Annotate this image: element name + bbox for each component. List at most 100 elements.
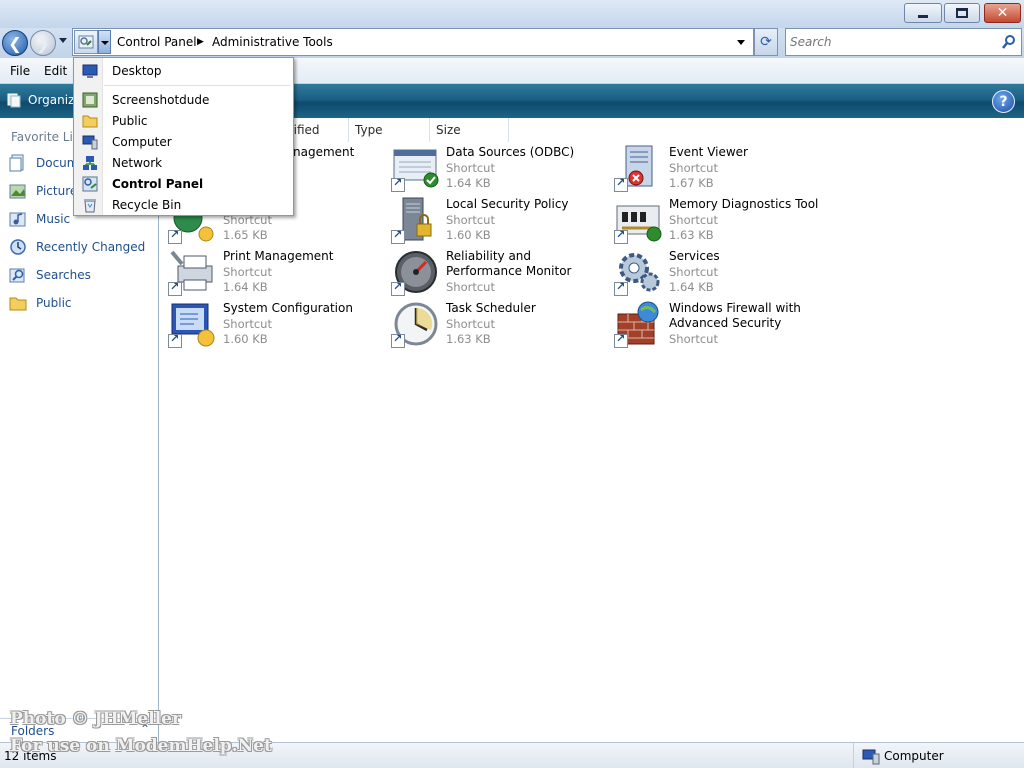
list-item[interactable]: Task Scheduler Shortcut 1.63 KB xyxy=(387,298,607,350)
forward-button[interactable]: ❯ xyxy=(30,30,56,56)
breadcrumb-administrative-tools[interactable]: Administrative Tools xyxy=(212,35,333,49)
dropdown-item-label: Control Panel xyxy=(112,177,204,191)
address-location-dropdown-menu: Desktop Screenshotdude Public Computer N… xyxy=(73,57,294,216)
search-input[interactable] xyxy=(790,33,996,51)
item-size: 1.67 KB xyxy=(669,176,714,190)
pictures-icon xyxy=(9,184,26,199)
organize-icon xyxy=(7,93,21,108)
list-item[interactable]: Reliability and Performance Monitor Shor… xyxy=(387,246,607,298)
control-panel-icon xyxy=(82,176,98,192)
shortcut-overlay-icon xyxy=(168,332,182,348)
item-size: 1.64 KB xyxy=(669,280,714,294)
music-icon xyxy=(9,212,26,227)
dropdown-item-recycle-bin[interactable]: Recycle Bin xyxy=(74,194,293,215)
nav-link-label: Picture xyxy=(36,184,78,198)
shortcut-overlay-icon xyxy=(614,176,628,192)
address-history-dropdown[interactable] xyxy=(737,40,745,45)
search-icon[interactable] xyxy=(1001,34,1017,50)
item-title: Data Sources (ODBC) xyxy=(446,145,575,159)
list-item[interactable]: Data Sources (ODBC) Shortcut 1.64 KB xyxy=(387,142,607,194)
nav-link-recently-changed[interactable]: Recently Changed xyxy=(8,236,145,258)
minimize-button[interactable] xyxy=(904,3,942,23)
breadcrumb-separator-icon[interactable]: ▶ xyxy=(197,37,204,47)
refresh-icon: ⟳ xyxy=(760,34,772,50)
list-item[interactable]: Memory Diagnostics Tool Shortcut 1.63 KB xyxy=(610,194,830,246)
nav-link-label: Music xyxy=(36,212,71,226)
local-security-policy-icon xyxy=(391,196,439,244)
search-box xyxy=(785,28,1022,56)
menu-file[interactable]: File xyxy=(10,64,30,78)
organize-label: Organiz xyxy=(28,93,75,107)
back-button[interactable]: ❮ xyxy=(2,30,28,56)
nav-link-label: Searches xyxy=(36,268,91,282)
menu-edit[interactable]: Edit xyxy=(44,64,67,78)
shortcut-overlay-icon xyxy=(391,280,405,296)
nav-link-pictures[interactable]: Picture xyxy=(8,180,77,202)
documents-icon xyxy=(9,154,24,172)
item-title: System Configuration xyxy=(223,301,353,315)
shortcut-overlay-icon xyxy=(168,228,182,244)
column-header-size[interactable]: Size xyxy=(430,118,509,142)
list-item[interactable]: Event Viewer Shortcut 1.67 KB xyxy=(610,142,830,194)
item-size: 1.63 KB xyxy=(446,332,491,346)
item-size: 1.60 KB xyxy=(223,332,268,346)
item-size: 1.63 KB xyxy=(669,228,714,242)
nav-link-public[interactable]: Public xyxy=(8,292,72,314)
list-item[interactable]: Print Management Shortcut 1.64 KB xyxy=(164,246,384,298)
close-button[interactable]: ✕ xyxy=(984,3,1021,23)
dropdown-item-label: Recycle Bin xyxy=(112,198,182,212)
item-title: Memory Diagnostics Tool xyxy=(669,197,819,211)
system-configuration-icon xyxy=(168,300,216,348)
address-bar[interactable]: Control Panel ▶ Administrative Tools xyxy=(72,28,754,56)
address-location-dropdown-button[interactable] xyxy=(98,30,111,54)
recent-pages-dropdown[interactable] xyxy=(59,38,67,43)
event-viewer-icon xyxy=(614,144,662,192)
list-item[interactable]: Services Shortcut 1.64 KB xyxy=(610,246,830,298)
menu-separator xyxy=(104,85,290,86)
item-title: Task Scheduler xyxy=(446,301,536,315)
minimize-icon xyxy=(918,14,928,18)
dropdown-item-computer[interactable]: Computer xyxy=(74,131,293,152)
public-folder-icon xyxy=(82,115,98,128)
item-title: Services xyxy=(669,249,720,263)
dropdown-item-desktop[interactable]: Desktop xyxy=(74,60,293,81)
favorite-links-heading: Favorite Lin xyxy=(11,130,81,144)
close-icon: ✕ xyxy=(996,5,1009,21)
item-type: Shortcut xyxy=(223,265,272,279)
searches-icon xyxy=(9,268,25,283)
dropdown-item-network[interactable]: Network xyxy=(74,152,293,173)
item-size: 1.64 KB xyxy=(223,280,268,294)
dropdown-item-screenshotdude[interactable]: Screenshotdude xyxy=(74,89,293,110)
list-item[interactable]: Windows Firewall with Advanced Security … xyxy=(610,298,830,350)
reliability-monitor-icon xyxy=(391,248,439,296)
column-header-type[interactable]: Type xyxy=(349,118,430,142)
public-folder-icon xyxy=(9,297,27,311)
dropdown-item-control-panel[interactable]: Control Panel xyxy=(74,173,293,194)
nav-link-searches[interactable]: Searches xyxy=(8,264,91,286)
help-button[interactable]: ? xyxy=(992,90,1015,113)
file-list: nagement Data Sources (ODBC) Shortcut 1.… xyxy=(160,142,1024,742)
item-type: Shortcut xyxy=(446,280,495,294)
watermark-line-1: Photo © JHMeller xyxy=(10,709,181,729)
dropdown-item-public[interactable]: Public xyxy=(74,110,293,131)
nav-link-documents[interactable]: Docum xyxy=(8,152,78,174)
nav-link-music[interactable]: Music xyxy=(8,208,70,230)
item-type: Shortcut xyxy=(446,161,495,175)
refresh-button[interactable]: ⟳ xyxy=(754,28,778,56)
list-item[interactable]: Local Security Policy Shortcut 1.60 KB xyxy=(387,194,607,246)
breadcrumb-control-panel[interactable]: Control Panel xyxy=(117,35,197,49)
restore-button[interactable] xyxy=(944,3,980,23)
shortcut-overlay-icon xyxy=(391,332,405,348)
data-sources-icon xyxy=(391,144,439,192)
item-size: 1.65 KB xyxy=(223,228,268,242)
control-panel-icon[interactable] xyxy=(74,30,98,54)
status-zone-label: Computer xyxy=(884,749,944,763)
back-arrow-icon: ❮ xyxy=(8,33,22,53)
status-zone: Computer xyxy=(853,743,1024,768)
dropdown-item-label: Network xyxy=(112,156,163,170)
shortcut-overlay-icon xyxy=(614,332,628,348)
desktop-icon xyxy=(82,64,98,78)
list-item[interactable]: System Configuration Shortcut 1.60 KB xyxy=(164,298,384,350)
organize-button[interactable]: Organiz xyxy=(6,92,74,108)
item-title: Local Security Policy xyxy=(446,197,569,211)
